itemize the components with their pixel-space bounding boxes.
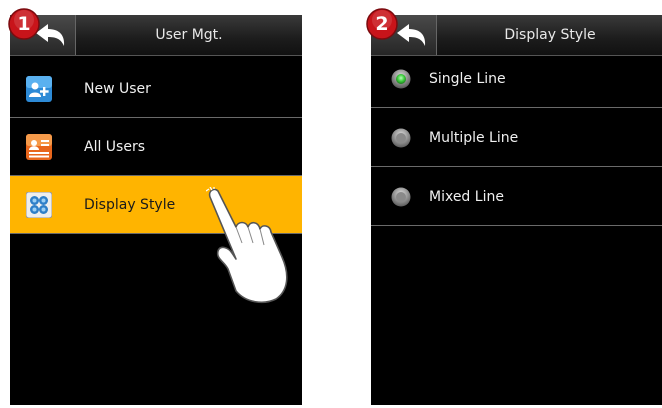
add-user-icon bbox=[26, 76, 52, 102]
tap-hand-icon bbox=[206, 187, 288, 304]
menu-item-label: Display Style bbox=[84, 197, 176, 213]
radio-selected-icon[interactable] bbox=[391, 69, 411, 89]
step-number: 2 bbox=[375, 13, 389, 35]
menu-item-new-user[interactable]: New User bbox=[10, 60, 302, 118]
option-label: Single Line bbox=[429, 71, 506, 87]
page-title: User Mgt. bbox=[155, 27, 223, 43]
display-style-screen: Display Style Single Line Multiple Line … bbox=[371, 15, 662, 405]
option-single-line[interactable]: Single Line bbox=[371, 50, 662, 108]
menu-item-all-users[interactable]: All Users bbox=[10, 118, 302, 176]
option-multiple-line[interactable]: Multiple Line bbox=[371, 109, 662, 167]
step-badge-2: 2 bbox=[366, 8, 398, 40]
option-mixed-line[interactable]: Mixed Line bbox=[371, 168, 662, 226]
option-label: Multiple Line bbox=[429, 130, 519, 146]
display-style-icon bbox=[26, 192, 52, 218]
page-title: Display Style bbox=[504, 27, 596, 43]
user-list-icon bbox=[26, 134, 52, 160]
step-badge-1: 1 bbox=[8, 8, 40, 40]
step-number: 1 bbox=[17, 13, 31, 35]
menu-item-label: New User bbox=[84, 81, 151, 97]
user-mgt-screen: User Mgt. New User All Users Display Sty… bbox=[10, 15, 302, 405]
radio-unselected-icon[interactable] bbox=[391, 128, 411, 148]
menu-item-label: All Users bbox=[84, 139, 146, 155]
title-bar: User Mgt. bbox=[10, 15, 302, 56]
option-label: Mixed Line bbox=[429, 189, 504, 205]
radio-unselected-icon[interactable] bbox=[391, 187, 411, 207]
